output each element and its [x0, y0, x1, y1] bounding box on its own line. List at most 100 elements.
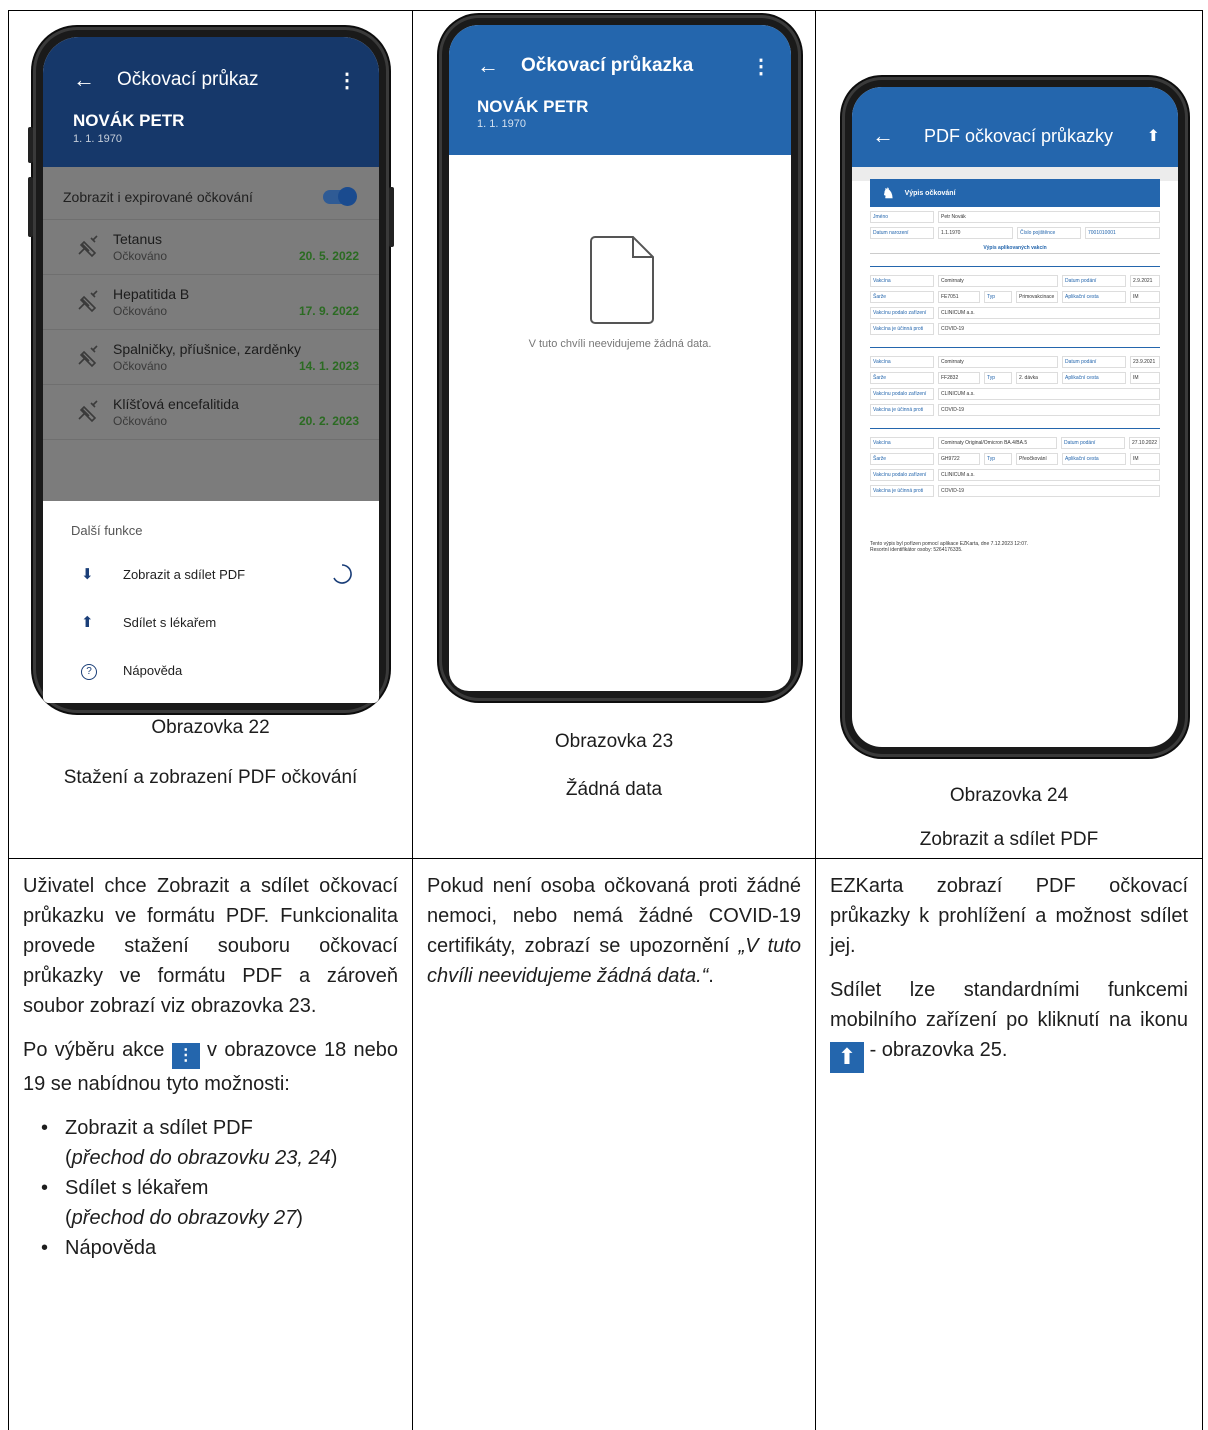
desc-text: - obrazovka 25.	[869, 1039, 1008, 1061]
pdf-vaccine-entry: Vakcína Comirnaty Datum podání 23.9.2021 Šar…	[870, 347, 1160, 416]
screen-title: PDF očkovací průkazky	[924, 125, 1114, 146]
pdf-header: ♞ Výpis očkování	[870, 179, 1160, 207]
caption-screen-desc: Stažení a zobrazení PDF očkování	[63, 767, 358, 788]
pdf-value: Petr Novák	[938, 211, 1160, 223]
vaccine-date: 20. 2. 2023	[298, 414, 359, 428]
kebab-menu-icon[interactable]: ⋮	[337, 68, 357, 93]
screen-title: Očkovací průkaz	[117, 69, 259, 90]
expired-toggle-row[interactable]: Zobrazit i expirované očkování	[43, 167, 379, 206]
pdf-value: 2. dávka	[1016, 372, 1058, 384]
pdf-value: Přeočkování	[1016, 453, 1058, 465]
pdf-label: Vakcína	[870, 275, 934, 287]
download-icon: ⬇	[81, 566, 94, 583]
pdf-label: Aplikační cesta	[1062, 372, 1126, 384]
pdf-value: FE7051	[938, 291, 980, 303]
pdf-label: Datum narození	[870, 227, 934, 239]
upload-icon[interactable]: ⬆	[1147, 126, 1160, 146]
back-arrow-icon[interactable]: ←	[872, 123, 894, 149]
pdf-value: Comirnaty	[938, 275, 1058, 287]
upload-icon: ⬆	[830, 1042, 864, 1076]
kebab-menu-icon: ⋮	[171, 1043, 200, 1069]
bottom-sheet: Další funkce ⬇ Zobrazit a sdílet PDF ⬆ S…	[43, 501, 379, 703]
syringe-icon	[78, 290, 98, 313]
list-overlay: Zobrazit i expirované očkování Tetanus Oč…	[43, 167, 379, 501]
pdf-label: Vakcína	[870, 437, 934, 449]
pdf-header-text: Výpis očkování	[904, 189, 956, 197]
pdf-value: COVID-19	[938, 404, 1160, 416]
pdf-label: Šarže	[870, 453, 934, 465]
desc-paragraph-share: Sdílet lze standardními funkcemi mobilní…	[830, 975, 1188, 1076]
cell-screen-23: ← Očkovací průkazka ⋮ NOVÁK PETR 1. 1. 1…	[412, 10, 816, 859]
desc-paragraph: Pokud není osoba očkovaná proti žádné ne…	[427, 871, 801, 991]
screen-title: Očkovací průkazka	[521, 55, 694, 76]
pdf-value: COVID-19	[938, 323, 1160, 335]
desc-text: Po výběru akce	[23, 1039, 165, 1061]
pdf-label: Vakcína je účinná proti	[870, 485, 934, 497]
menu-item-help[interactable]: ? Nápověda	[43, 646, 379, 694]
pdf-label: Aplikační cesta	[1062, 291, 1126, 303]
list-item: Sdílet s lékařem(přechod do obrazovky 27…	[23, 1173, 398, 1233]
desc-text: Sdílet lze standardními funkcemi mobilní…	[830, 979, 1188, 1031]
phone-frame: ← PDF očkovací průkazky ⬆ ♞ Výpis očkován…	[842, 77, 1188, 757]
pdf-value: 23.9.2021	[1130, 356, 1160, 368]
upload-icon: ⬆	[81, 614, 94, 631]
pdf-value: IM	[1130, 453, 1160, 465]
menu-item-show-share-pdf[interactable]: ⬇ Zobrazit a sdílet PDF	[43, 550, 379, 598]
vaccination-list-item[interactable]: Hepatitida B Očkováno 17. 9. 2022	[43, 275, 379, 330]
syringe-icon	[78, 400, 98, 423]
pdf-label: Vakcína	[870, 356, 934, 368]
pdf-label: Šarže	[870, 291, 934, 303]
vaccine-name: Tetanus	[113, 231, 163, 247]
pdf-value: 7001010001	[1085, 227, 1160, 239]
app-bar: ← Očkovací průkaz ⋮ NOVÁK PETR 1. 1. 197…	[43, 37, 379, 167]
list-note: přechod do obrazovku 23, 24	[71, 1147, 331, 1169]
cell-desc-3: EZKarta zobrazí PDF očkovací průkazky k …	[815, 858, 1203, 1430]
desc-text: .	[708, 965, 714, 987]
pdf-preview: ♞ Výpis očkování Jméno Petr Novák Datum na…	[870, 179, 1160, 553]
empty-state-text: V tuto chvíli neevidujeme žádná data.	[528, 338, 712, 350]
desc-paragraph: EZKarta zobrazí PDF očkovací průkazky k …	[830, 875, 1188, 957]
desc-paragraph: Uživatel chce Zobrazit a sdílet očkovací…	[23, 875, 398, 1017]
vaccination-list-item[interactable]: Tetanus Očkováno 20. 5. 2022	[43, 220, 379, 275]
description-2: Pokud není osoba očkovaná proti žádné ne…	[413, 859, 815, 991]
pdf-label: Aplikační cesta	[1062, 453, 1126, 465]
pdf-value: Comirnaty	[938, 356, 1058, 368]
vaccine-date: 17. 9. 2022	[298, 304, 359, 318]
back-arrow-icon[interactable]: ←	[477, 53, 499, 79]
vaccine-name: Hepatitida B	[113, 286, 190, 302]
pdf-label: Vakcínu podalo zařízení	[870, 388, 934, 400]
document-table: ← Očkovací průkaz ⋮ NOVÁK PETR 1. 1. 197…	[8, 10, 1203, 1430]
kebab-menu-icon[interactable]: ⋮	[751, 54, 771, 79]
vaccination-list-item[interactable]: Klíšťová encefalitida Očkováno 20. 2. 2023	[43, 385, 379, 440]
pdf-value: 2.9.2021	[1130, 275, 1160, 287]
app-bar: ← Očkovací průkazka ⋮ NOVÁK PETR 1. 1. 1…	[449, 25, 791, 155]
pdf-label: Typ	[984, 372, 1012, 384]
menu-item-share-doctor[interactable]: ⬆ Sdílet s lékařem	[43, 598, 379, 646]
pdf-label: Číslo pojištěnce	[1017, 227, 1081, 239]
sheet-title: Další funkce	[71, 523, 143, 538]
pdf-label: Datum podání	[1062, 275, 1126, 287]
vaccine-name: Klíšťová encefalitida	[113, 396, 239, 412]
caption-screen-desc: Žádná data	[565, 779, 663, 800]
menu-label: Zobrazit a sdílet PDF	[123, 566, 246, 582]
toggle-label: Zobrazit i expirované očkování	[63, 189, 253, 205]
vaccine-date: 20. 5. 2022	[298, 249, 359, 263]
back-arrow-icon[interactable]: ←	[73, 67, 95, 93]
syringe-icon	[78, 235, 98, 258]
vaccination-list-item[interactable]: Spalničky, příušnice, zarděnky Očkováno 14…	[43, 330, 379, 385]
expired-toggle[interactable]	[323, 187, 357, 206]
list-text: Zobrazit a sdílet PDF	[65, 1117, 253, 1139]
list-item: Nápověda	[23, 1233, 398, 1263]
czech-lion-icon: ♞	[882, 184, 895, 201]
pdf-value: 1.1.1970	[938, 227, 1013, 239]
cell-desc-1: Uživatel chce Zobrazit a sdílet očkovací…	[8, 858, 413, 1430]
patient-dob: 1. 1. 1970	[73, 133, 122, 145]
pdf-label: Datum podání	[1062, 356, 1126, 368]
pdf-value: FF2832	[938, 372, 980, 384]
app-bar: ← PDF očkovací průkazky ⬆	[852, 87, 1178, 167]
pdf-subheader: Výpis aplikovaných vakcín	[870, 245, 1160, 254]
pdf-value: GH9722	[938, 453, 980, 465]
list-item: Zobrazit a sdílet PDF(přechod do obrazov…	[23, 1113, 398, 1173]
pdf-label: Vakcínu podalo zařízení	[870, 307, 934, 319]
pdf-label: Vakcínu podalo zařízení	[870, 469, 934, 481]
